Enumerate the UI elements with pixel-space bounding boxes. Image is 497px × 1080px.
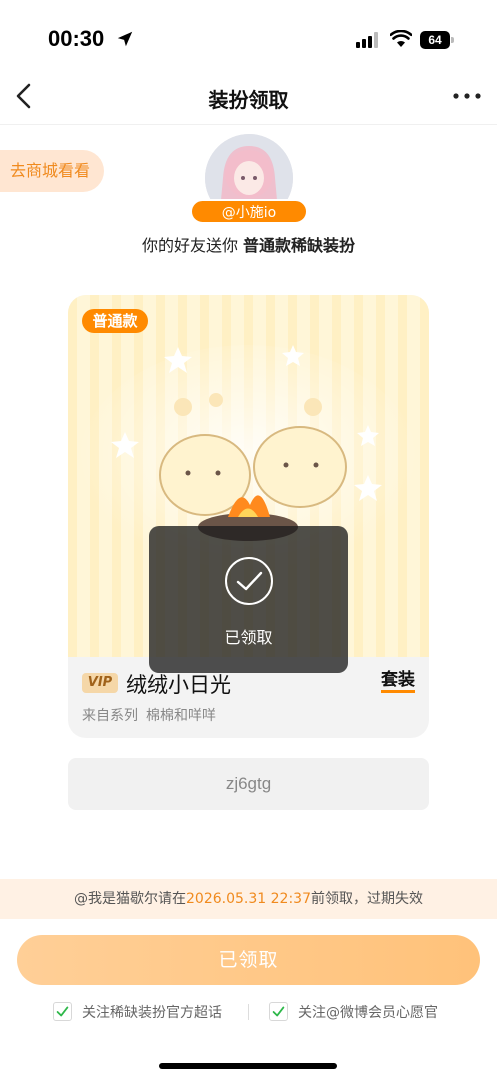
- series-name[interactable]: 棉棉和咩咩: [146, 708, 216, 724]
- redeem-code-box[interactable]: zj6gtg: [68, 758, 429, 810]
- notice-deadline: 2026.05.31 22:37: [186, 891, 311, 907]
- vip-badge: VIP: [82, 673, 118, 693]
- wifi-icon: [390, 30, 412, 47]
- battery-tip: [451, 37, 454, 43]
- checkbox-checked-icon[interactable]: [53, 1002, 72, 1021]
- nav-bar: 装扮领取: [0, 70, 497, 125]
- battery-level: 64: [420, 31, 450, 49]
- item-name: 绒绒小日光: [126, 673, 231, 697]
- sender-name-pill[interactable]: @小施io: [190, 199, 308, 224]
- status-time: 00:30: [48, 26, 105, 51]
- follow-option-label: 关注@微博会员心愿官: [298, 1005, 438, 1021]
- claimed-toast: 已领取: [149, 526, 348, 673]
- tier-badge: 普通款: [82, 309, 148, 333]
- gift-message-item-type: 普通款稀缺装扮: [243, 236, 356, 255]
- suit-tag[interactable]: 套装: [381, 671, 415, 693]
- series-info: 来自系列 棉棉和咩咩: [82, 705, 224, 725]
- claim-button[interactable]: 已领取: [17, 935, 480, 985]
- gift-message-prefix: 你的好友送你: [141, 236, 244, 255]
- checkmark-circle-icon: [225, 557, 273, 605]
- page-title: 装扮领取: [208, 88, 289, 112]
- expiry-notice: @我是猫歇尔请在2026.05.31 22:37前领取，过期失效: [0, 879, 497, 919]
- home-indicator[interactable]: [159, 1063, 337, 1069]
- gift-message: 你的好友送你 普通款稀缺装扮: [0, 232, 497, 256]
- checkbox-checked-icon[interactable]: [269, 1002, 288, 1021]
- status-bar: 00:30 64: [0, 0, 497, 80]
- notice-suffix: 前领取，过期失效: [310, 891, 423, 907]
- go-to-mall-link[interactable]: 去商城看看: [0, 150, 104, 192]
- series-label: 来自系列: [82, 708, 138, 724]
- cellular-signal-icon: [356, 32, 378, 48]
- notice-prefix: @我是猫歇尔请在: [74, 891, 187, 907]
- follow-divider: [248, 1004, 249, 1020]
- toast-text: 已领取: [224, 628, 273, 647]
- follow-option-label: 关注稀缺装扮官方超话: [82, 1005, 222, 1021]
- location-arrow-icon: [117, 31, 133, 47]
- more-options-icon[interactable]: [451, 84, 483, 108]
- battery-indicator: 64: [420, 31, 454, 49]
